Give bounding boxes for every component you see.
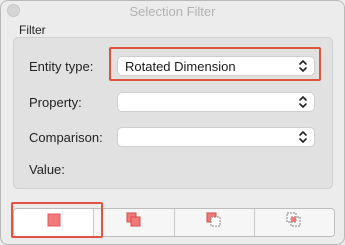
select-subtract-icon — [206, 212, 222, 233]
select-add-icon — [126, 212, 142, 233]
entity-type-label: Entity type: — [29, 59, 94, 74]
select-subtract-button[interactable] — [174, 209, 255, 236]
chevron-updown-icon — [296, 95, 310, 109]
title-bar: Selection Filter — [1, 1, 344, 21]
property-label: Property: — [29, 95, 82, 110]
select-add-button[interactable] — [94, 209, 175, 236]
comparison-label: Comparison: — [29, 130, 103, 145]
close-button[interactable] — [7, 4, 20, 17]
value-label: Value: — [29, 162, 65, 177]
comparison-select[interactable] — [117, 127, 315, 147]
select-single-highlight — [11, 202, 103, 238]
select-intersect-button[interactable] — [254, 209, 334, 236]
selection-filter-window: Selection Filter Filter Entity type: Rot… — [0, 0, 345, 245]
chevron-updown-icon — [296, 130, 310, 144]
property-select[interactable] — [117, 92, 315, 112]
window-title: Selection Filter — [129, 3, 216, 19]
filter-group-label: Filter — [19, 23, 46, 37]
select-intersect-icon — [286, 212, 302, 233]
entity-type-highlight — [109, 47, 321, 81]
